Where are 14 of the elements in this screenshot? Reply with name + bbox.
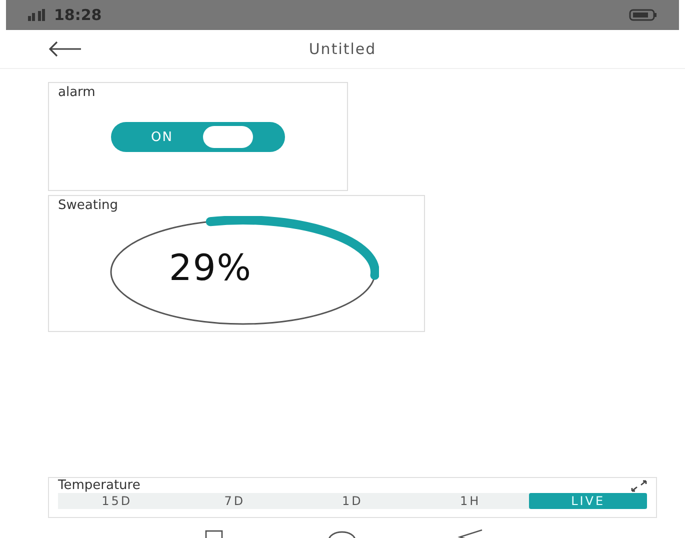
range-tab[interactable]: 1D: [294, 493, 412, 509]
expand-icon[interactable]: [631, 480, 647, 492]
range-tab[interactable]: 7D: [176, 493, 294, 509]
range-tab[interactable]: 1H: [411, 493, 530, 509]
widget-title: alarm: [57, 84, 96, 102]
gauge-reading: 29%: [169, 248, 252, 289]
back-arrow-icon[interactable]: [48, 41, 82, 57]
signal-icon: [28, 9, 46, 21]
widget-title: Temperature: [58, 478, 140, 493]
screen-title: Untitled: [308, 40, 376, 58]
battery-icon: [629, 9, 657, 21]
widget-title: Sweating: [57, 197, 120, 215]
clock-time: 18:28: [54, 6, 102, 24]
range-tab[interactable]: 15D: [58, 493, 176, 509]
